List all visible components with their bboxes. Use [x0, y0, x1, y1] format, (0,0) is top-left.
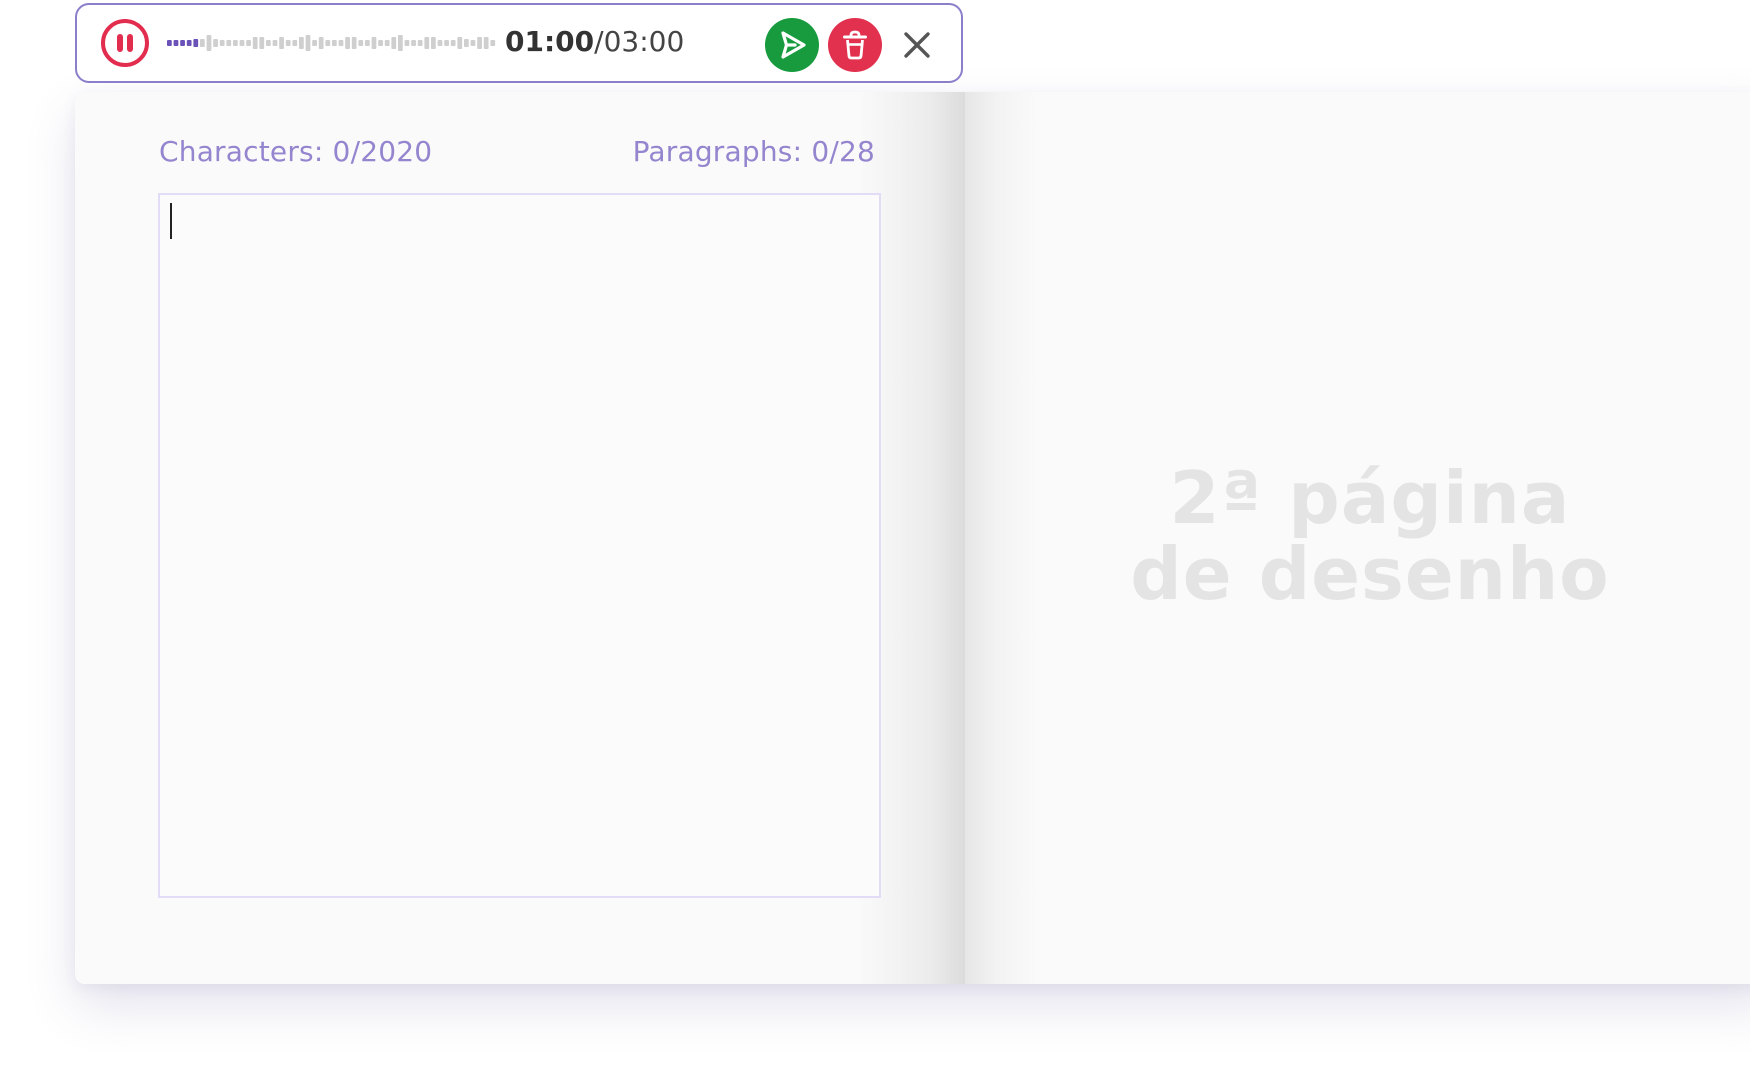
send-icon — [781, 31, 806, 59]
waveform-bar — [206, 35, 212, 51]
waveform-bar — [437, 40, 443, 46]
waveform-bar — [365, 40, 370, 46]
waveform-bar — [404, 40, 410, 46]
waveform-bar — [239, 40, 245, 46]
waveform-bar — [186, 40, 192, 46]
waveform-bar — [167, 40, 172, 46]
waveform-bar — [173, 40, 179, 46]
waveform-bar — [200, 39, 205, 47]
elapsed-time: 01:00 — [505, 25, 595, 58]
waveform-bar — [193, 39, 199, 47]
waveform-bar — [252, 37, 258, 49]
drawing-page[interactable]: 2ª página de desenho — [965, 92, 1750, 984]
waveform-bar — [431, 37, 436, 49]
waveform-bar — [345, 37, 350, 49]
waveform-bar — [226, 40, 232, 46]
book-spread: Characters: 0/2020 Paragraphs: 0/28 2ª p… — [75, 92, 1750, 984]
waveform-bar — [378, 40, 383, 46]
text-caret — [170, 203, 172, 239]
waveform-bar — [477, 37, 482, 49]
waveform-bar — [285, 40, 291, 46]
waveform-bar — [259, 37, 265, 49]
close-button[interactable] — [899, 27, 935, 63]
waveform-bar — [332, 40, 337, 46]
close-icon — [904, 32, 930, 58]
audio-recorder-bar: 01:00/03:00 — [75, 3, 963, 83]
waveform-bar — [411, 40, 416, 46]
total-time: 03:00 — [603, 25, 685, 58]
waveform-bar — [266, 40, 271, 46]
waveform-bar — [371, 37, 377, 49]
waveform-bar — [358, 40, 364, 46]
trash-icon — [843, 30, 867, 60]
audio-waveform[interactable] — [167, 29, 497, 57]
waveform-bar — [292, 40, 298, 46]
delete-button[interactable] — [828, 18, 882, 72]
waveform-bar — [391, 37, 397, 49]
waveform-bar — [457, 37, 463, 49]
waveform-bar — [338, 40, 344, 46]
drawing-placeholder-line-1: 2ª página — [1169, 456, 1571, 540]
characters-counter: Characters: 0/2020 — [159, 135, 433, 168]
waveform-bar — [318, 37, 324, 49]
waveform-bar — [351, 37, 357, 49]
waveform-bar — [246, 40, 251, 46]
waveform-bar — [464, 39, 469, 47]
waveform-bar — [213, 39, 218, 47]
waveform-bar — [299, 37, 304, 49]
waveform-bar — [444, 40, 449, 46]
waveform-bar — [470, 40, 476, 46]
drawing-placeholder-line-2: de desenho — [1130, 532, 1610, 616]
waveform-bar — [233, 40, 238, 46]
text-input-area[interactable] — [158, 193, 881, 898]
pause-button[interactable] — [101, 19, 149, 67]
waveform-bar — [417, 40, 423, 46]
recording-time: 01:00/03:00 — [505, 25, 684, 58]
waveform-bar — [490, 40, 496, 46]
waveform-bar — [279, 37, 284, 49]
send-button[interactable] — [765, 18, 819, 72]
waveform-bar — [272, 40, 278, 46]
waveform-bar — [325, 40, 331, 46]
waveform-bar — [180, 40, 185, 46]
drawing-page-placeholder: 2ª página de desenho — [965, 460, 1750, 612]
waveform-bar — [305, 35, 311, 51]
waveform-bar — [219, 40, 225, 46]
waveform-bar — [384, 40, 390, 46]
waveform-bar — [398, 35, 403, 51]
waveform-bar — [424, 37, 430, 49]
text-page: Characters: 0/2020 Paragraphs: 0/28 — [75, 92, 965, 984]
time-separator: / — [594, 25, 604, 58]
screen: Characters: 0/2020 Paragraphs: 0/28 2ª p… — [0, 0, 1750, 1071]
paragraphs-counter: Paragraphs: 0/28 — [632, 135, 875, 168]
waveform-bar — [312, 40, 317, 46]
waveform-bar — [450, 40, 456, 46]
waveform-bar — [483, 37, 489, 49]
